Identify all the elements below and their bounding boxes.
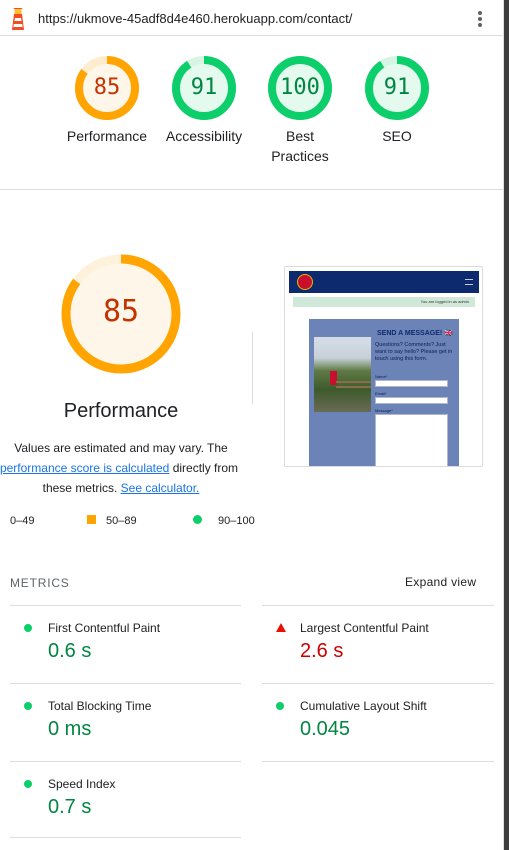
login-banner: You are logged in as admin [293, 297, 475, 307]
kebab-menu-icon[interactable] [474, 10, 486, 28]
lighthouse-icon [12, 8, 24, 30]
url-bar: https://ukmove-45adf8d4e460.herokuapp.co… [0, 0, 503, 36]
screenshot-navbar [289, 271, 479, 293]
metric-value: 0 ms [48, 718, 92, 740]
gauge-score: 85 [93, 75, 121, 100]
metric-label: Speed Index [48, 777, 116, 791]
fail-triangle-icon [276, 623, 286, 632]
pass-circle-icon [24, 780, 32, 788]
metric-divider [10, 605, 241, 606]
contact-heading: SEND A MESSAGE! 🇬🇧 [377, 330, 453, 337]
metrics-heading: METRICS [10, 576, 70, 590]
section-divider [0, 189, 503, 190]
performance-title: Performance [63, 400, 179, 422]
metric-label: Largest Contentful Paint [300, 621, 429, 635]
circle-icon [193, 515, 202, 524]
message-label: Message* [375, 408, 393, 413]
email-label: Email* [375, 391, 387, 396]
legend-fail-label: 0–49 [10, 515, 35, 527]
expand-view-toggle[interactable]: Expand view [405, 575, 476, 589]
contact-text: Questions? Comments? Just want to say he… [375, 342, 453, 362]
gauge-best-practices[interactable]: 100 Best Practices [264, 56, 336, 166]
metric-divider [262, 761, 494, 762]
metric-divider [10, 761, 241, 762]
name-field [375, 380, 448, 387]
legend-pass-label: 90–100 [218, 515, 255, 527]
gauge-score: 91 [190, 75, 218, 100]
contact-card: SEND A MESSAGE! 🇬🇧 Questions? Comments? … [309, 319, 459, 466]
pass-circle-icon [24, 624, 32, 632]
metric-value: 0.6 s [48, 640, 92, 662]
see-calculator-link[interactable]: See calculator. [121, 481, 200, 495]
hamburger-icon [465, 279, 473, 285]
desc-text: Values are estimated and may vary. The [14, 441, 228, 455]
gauge-accessibility[interactable]: 91 Accessibility [160, 56, 248, 146]
final-screenshot[interactable]: You are logged in as admin SEND A MESSAG… [284, 266, 483, 467]
pass-circle-icon [24, 702, 32, 710]
gauge-label: Performance [66, 128, 148, 144]
legend-pass: 90–100 [193, 515, 255, 527]
legend-average-label: 50–89 [106, 515, 137, 527]
metric-value: 0.045 [300, 718, 351, 740]
performance-score: 85 [102, 294, 140, 329]
countryside-photo [314, 337, 371, 412]
gauge-label: Best Practices [271, 128, 329, 164]
metric-divider [262, 683, 494, 684]
metric-divider [10, 837, 241, 838]
metric-label: First Contentful Paint [48, 621, 161, 635]
metric-value: 2.6 s [300, 640, 344, 662]
performance-description: Values are estimated and may vary. The p… [0, 438, 242, 498]
performance-gauge-large: 85 [60, 253, 182, 375]
gauge-seo[interactable]: 91 SEO [362, 56, 432, 146]
gauge-score: 100 [280, 75, 320, 100]
message-field [375, 414, 448, 466]
site-logo-icon [297, 274, 313, 290]
metric-label: Total Blocking Time [48, 699, 152, 713]
gauge-performance[interactable]: 85 Performance [66, 56, 148, 146]
metric-value: 0.7 s [48, 796, 92, 818]
metric-divider [262, 605, 494, 606]
email-field [375, 397, 448, 404]
metric-label: Cumulative Layout Shift [300, 699, 427, 713]
fence-shape [336, 381, 371, 383]
metric-divider [10, 683, 241, 684]
legend-average: 50–89 [87, 515, 137, 527]
score-calculated-link[interactable]: performance score is calculated [0, 461, 169, 475]
gauge-score: 91 [383, 75, 411, 100]
pass-circle-icon [276, 702, 284, 710]
gauge-label: SEO [382, 128, 412, 144]
name-label: Name* [375, 374, 388, 379]
legend-fail: 0–49 [10, 515, 34, 527]
square-icon [87, 515, 96, 524]
page-url[interactable]: https://ukmove-45adf8d4e460.herokuapp.co… [38, 11, 352, 26]
window-edge [503, 0, 509, 850]
gauge-label: Accessibility [165, 128, 243, 144]
vertical-separator [252, 332, 253, 404]
